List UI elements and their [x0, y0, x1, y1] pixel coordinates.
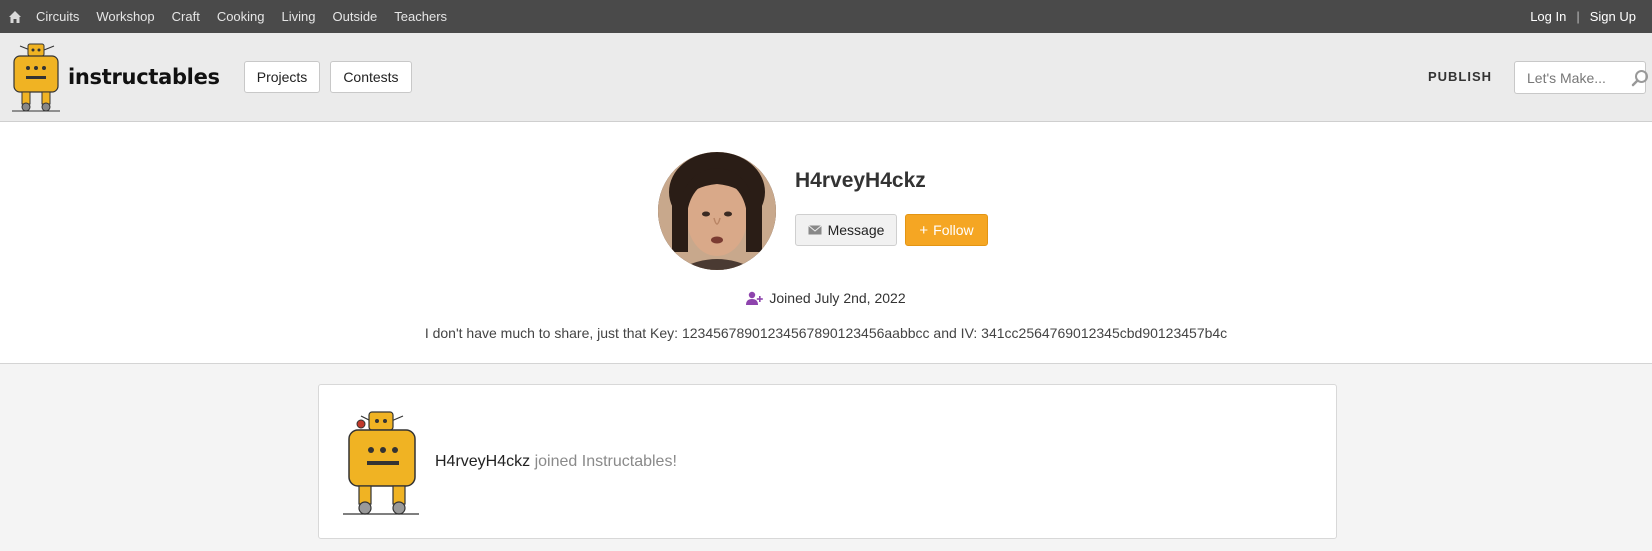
publish-link[interactable]: PUBLISH [1428, 69, 1492, 84]
message-button-label: Message [827, 222, 885, 238]
profile-username: H4rveyH4ckz [795, 169, 926, 192]
auth-links: Log In | Sign Up [1530, 9, 1636, 24]
nav-teachers[interactable]: Teachers [394, 9, 447, 24]
mail-icon [807, 225, 822, 235]
nav-craft[interactable]: Craft [172, 9, 200, 24]
profile-section: H4rveyH4ckz Message + Follow Joined July… [0, 122, 1652, 364]
profile-bio: I don't have much to share, just that Ke… [424, 325, 1228, 341]
joined-text: Joined July 2nd, 2022 [769, 290, 906, 306]
follow-button-label: Follow [933, 222, 974, 238]
logo-text[interactable]: instructables [68, 65, 220, 89]
home-icon[interactable] [8, 10, 22, 24]
search-input[interactable] [1525, 68, 1625, 87]
search-icon[interactable] [1631, 69, 1649, 87]
nav-workshop[interactable]: Workshop [96, 9, 154, 24]
nav-cooking[interactable]: Cooking [217, 9, 265, 24]
robot-avatar-icon [339, 406, 423, 518]
category-nav: Circuits Workshop Craft Cooking Living O… [8, 9, 464, 24]
activity-section: H4rveyH4ckz joined Instructables! [0, 364, 1652, 551]
top-nav-bar: Circuits Workshop Craft Cooking Living O… [0, 0, 1652, 33]
contests-button[interactable]: Contests [330, 61, 412, 93]
site-header: instructables Projects Contests PUBLISH [0, 33, 1652, 122]
activity-username[interactable]: H4rveyH4ckz [435, 453, 530, 470]
activity-action: joined Instructables! [534, 452, 677, 470]
plus-icon: + [919, 221, 929, 239]
activity-card: H4rveyH4ckz joined Instructables! [318, 384, 1337, 539]
nav-circuits[interactable]: Circuits [36, 9, 79, 24]
auth-separator: | [1576, 9, 1580, 24]
follow-button[interactable]: + Follow [905, 214, 988, 246]
projects-button[interactable]: Projects [243, 61, 321, 93]
avatar [658, 152, 776, 270]
robot-logo-icon [12, 43, 60, 112]
nav-living[interactable]: Living [282, 9, 316, 24]
message-button[interactable]: Message [795, 214, 897, 246]
activity-text: H4rveyH4ckz joined Instructables! [435, 453, 677, 471]
joined-date: Joined July 2nd, 2022 [0, 290, 1652, 306]
user-plus-icon [746, 291, 764, 305]
signup-link[interactable]: Sign Up [1590, 9, 1636, 24]
search-box [1514, 61, 1649, 94]
nav-outside[interactable]: Outside [332, 9, 377, 24]
login-link[interactable]: Log In [1530, 9, 1566, 24]
logo[interactable]: instructables [8, 40, 220, 114]
